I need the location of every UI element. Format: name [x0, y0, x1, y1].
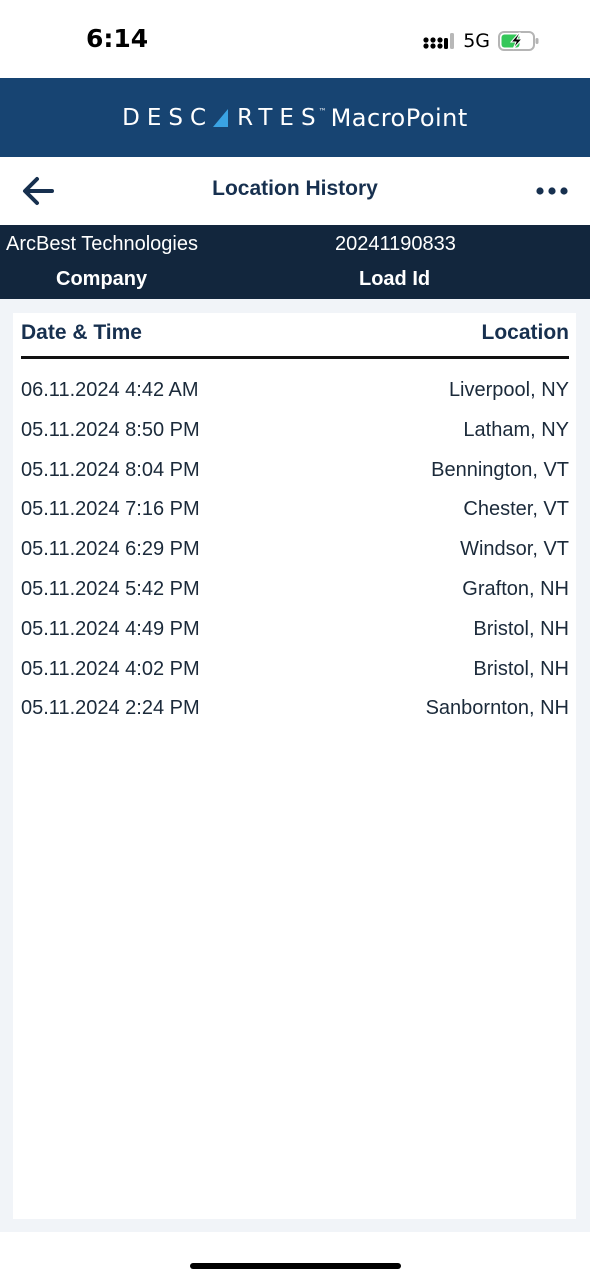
- table-row[interactable]: 05.11.2024 2:24 PM Sanbornton, NH: [21, 689, 569, 729]
- descartes-macropoint-logo: DESC RTES ™ MacroPoint: [0, 78, 590, 157]
- battery-charging-icon: [498, 31, 539, 51]
- logo-sail-icon: [213, 108, 229, 127]
- table-row[interactable]: 05.11.2024 5:42 PM Grafton, NH: [21, 570, 569, 610]
- row-location: Latham, NY: [463, 418, 569, 441]
- title-bar: Location History: [0, 157, 590, 225]
- row-datetime: 05.11.2024 2:24 PM: [21, 697, 200, 720]
- table-row[interactable]: 06.11.2024 4:42 AM Liverpool, NY: [21, 371, 569, 411]
- company-label: Company: [56, 268, 148, 290]
- table-row[interactable]: 05.11.2024 7:16 PM Chester, VT: [21, 490, 569, 530]
- location-history-card: Date & Time Location 06.11.2024 4:42 AM …: [13, 313, 576, 1219]
- load-info-bar: ArcBest Technologies Company 20241190833…: [0, 225, 590, 299]
- network-type: 5G: [463, 30, 490, 52]
- row-location: Bristol, NH: [473, 657, 569, 680]
- row-datetime: 06.11.2024 4:42 AM: [21, 379, 199, 401]
- row-datetime: 05.11.2024 4:02 PM: [21, 657, 200, 680]
- load-id-value: 20241190833: [335, 233, 456, 255]
- load-id-label: Load Id: [359, 268, 431, 290]
- row-datetime: 05.11.2024 8:50 PM: [21, 418, 200, 441]
- row-datetime: 05.11.2024 5:42 PM: [21, 577, 200, 600]
- bottom-safe-area: [0, 1232, 590, 1280]
- content-area: Date & Time Location 06.11.2024 4:42 AM …: [0, 299, 590, 1232]
- column-header-location: Location: [481, 321, 570, 344]
- table-row[interactable]: 05.11.2024 6:29 PM Windsor, VT: [21, 530, 569, 570]
- row-location: Grafton, NH: [462, 577, 569, 600]
- home-indicator[interactable]: [190, 1263, 401, 1269]
- status-bar: 6:14 5G: [0, 0, 590, 78]
- table-row[interactable]: 05.11.2024 4:02 PM Bristol, NH: [21, 650, 569, 690]
- row-location: Bristol, NH: [473, 617, 569, 640]
- row-datetime: 05.11.2024 8:04 PM: [21, 458, 200, 481]
- row-datetime: 05.11.2024 7:16 PM: [21, 498, 200, 521]
- status-indicators: 5G: [423, 28, 540, 54]
- row-location: Sanbornton, NH: [425, 697, 569, 720]
- row-datetime: 05.11.2024 4:49 PM: [21, 617, 200, 640]
- table-row[interactable]: 05.11.2024 8:04 PM Bennington, VT: [21, 451, 569, 491]
- page-title: Location History: [212, 177, 378, 200]
- brand-bar: DESC RTES ™ MacroPoint: [0, 78, 590, 157]
- status-time: 6:14: [86, 24, 149, 53]
- more-horizontal-icon: [536, 187, 568, 195]
- row-location: Windsor, VT: [460, 538, 569, 561]
- column-header-date: Date & Time: [21, 321, 142, 344]
- row-location: Liverpool, NY: [448, 379, 569, 401]
- table-row[interactable]: 05.11.2024 4:49 PM Bristol, NH: [21, 610, 569, 650]
- table-header: Date & Time Location: [21, 321, 569, 359]
- logo-product-name: MacroPoint: [330, 103, 468, 132]
- company-value: ArcBest Technologies: [6, 233, 198, 255]
- cellular-signal-icon: [423, 33, 455, 49]
- logo-company-word: DESC RTES ™: [122, 104, 327, 131]
- location-list[interactable]: 06.11.2024 4:42 AM Liverpool, NY 05.11.2…: [21, 371, 569, 729]
- table-row[interactable]: 05.11.2024 8:50 PM Latham, NY: [21, 411, 569, 451]
- row-datetime: 05.11.2024 6:29 PM: [21, 538, 200, 561]
- more-options-button[interactable]: [534, 179, 570, 203]
- row-location: Chester, VT: [463, 498, 569, 521]
- row-location: Bennington, VT: [431, 458, 569, 481]
